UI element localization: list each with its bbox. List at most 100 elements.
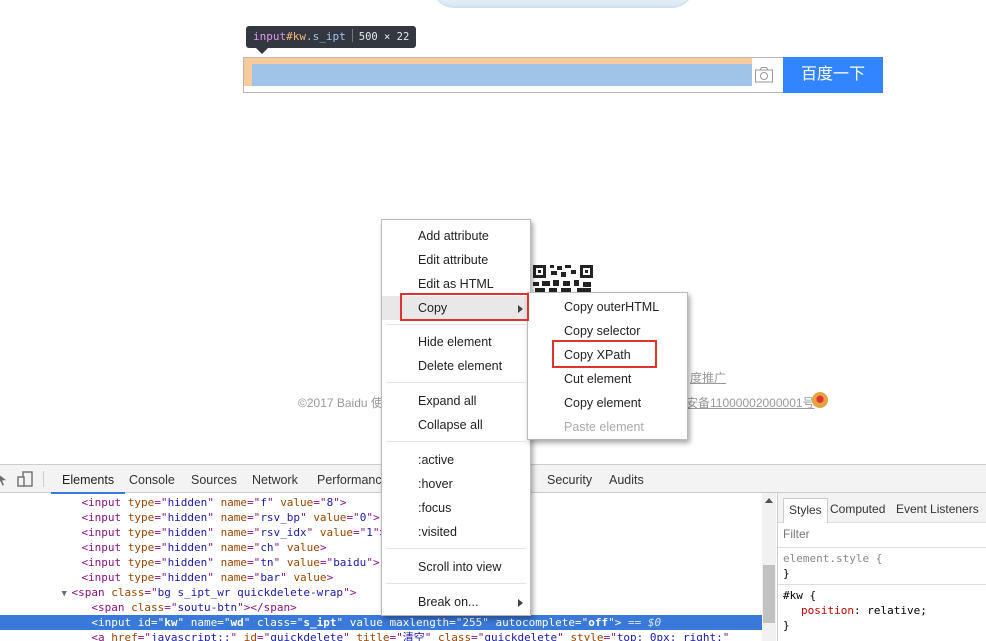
dom-tag: <span (71, 586, 105, 599)
baidu-logo (432, 0, 694, 8)
elements-scrollbar[interactable] (762, 493, 776, 641)
menu-label: Copy XPath (564, 348, 631, 362)
dom-attr-name: type (127, 556, 155, 569)
submenu-item-copy-element[interactable]: Copy element (528, 391, 687, 415)
dom-attr-name: value (286, 541, 320, 554)
menu-item-active[interactable]: :active (382, 448, 530, 472)
rule-end: } (783, 567, 790, 580)
footer-copyright: ©2017 Baidu 使 (298, 396, 383, 410)
style-rule-kw[interactable]: #kw { position: relative; } (778, 584, 986, 641)
tab-computed[interactable]: Computed (830, 498, 885, 523)
dom-tag: <input (81, 571, 122, 584)
tab-styles[interactable]: Styles (783, 498, 828, 523)
tooltip-tag: input (253, 30, 287, 43)
menu-item-edit-attribute[interactable]: Edit attribute (382, 248, 530, 272)
submenu-item-copy-selector[interactable]: Copy selector (528, 319, 687, 343)
dom-attr-name: name (220, 511, 248, 524)
dom-attr-value: tn (260, 556, 274, 569)
dom-attr-name: id (137, 616, 151, 629)
tab-performance[interactable]: Performance (315, 465, 391, 493)
tab-security[interactable]: Security (545, 465, 594, 493)
menu-item-expand-all[interactable]: Expand all (382, 389, 530, 413)
dom-node[interactable]: <a href="javascript:;" id="quickdelete" … (0, 630, 762, 641)
rule-selector: element.style { (783, 552, 883, 565)
menu-item-focus[interactable]: :focus (382, 496, 530, 520)
submenu-item-copy-outerhtml[interactable]: Copy outerHTML (528, 295, 687, 319)
police-badge-icon (812, 392, 828, 408)
dom-attr-value: hidden (167, 541, 208, 554)
rule-value: relative; (867, 604, 927, 617)
tab-network[interactable]: Network (250, 465, 300, 493)
dom-attr-name: type (127, 496, 155, 509)
dom-attr-name: value (286, 556, 320, 569)
menu-item-delete-element[interactable]: Delete element (382, 354, 530, 378)
styles-filter-input[interactable]: Filter (783, 527, 810, 541)
dom-attr-name: type (127, 571, 155, 584)
scroll-up-arrow-icon[interactable] (765, 498, 773, 503)
menu-separator (386, 382, 526, 383)
dom-attr-value: bg s_ipt_wr quickdelete-wrap (157, 586, 344, 599)
tab-event-listeners[interactable]: Event Listeners (896, 498, 979, 523)
dom-tag: <input (81, 526, 122, 539)
tab-sources[interactable]: Sources (189, 465, 239, 493)
dom-attr-value: hidden (167, 556, 208, 569)
menu-label: Add attribute (418, 229, 489, 243)
tab-console[interactable]: Console (127, 465, 177, 493)
menu-item-scroll-into-view[interactable]: Scroll into view (382, 555, 530, 579)
submenu-item-cut-element[interactable]: Cut element (528, 367, 687, 391)
styles-sidebar: Styles Computed Event Listeners Filter e… (777, 493, 986, 641)
menu-item-edit-as-html[interactable]: Edit as HTML (382, 272, 530, 296)
dom-attr-name: type (127, 526, 155, 539)
dom-attr-name: name (190, 616, 218, 629)
inspect-element-icon[interactable] (0, 471, 8, 487)
dom-attr-name: name (220, 496, 248, 509)
dom-attr-name: autocomplete (495, 616, 575, 629)
footer-beian-link[interactable]: 安备11000002000001号 (686, 394, 815, 411)
menu-label: :hover (418, 477, 453, 491)
tab-elements[interactable]: Elements (50, 465, 126, 494)
device-toolbar-icon[interactable] (17, 471, 33, 487)
dom-attr-value: baidu (333, 556, 367, 569)
dom-tag: <input (81, 541, 122, 554)
submenu-arrow-icon (518, 305, 523, 313)
menu-label: :visited (418, 525, 457, 539)
dom-attr-value: hidden (167, 511, 208, 524)
menu-item-hover[interactable]: :hover (382, 472, 530, 496)
dom-node-selected[interactable]: <input id="kw" name="wd" class="s_ipt" v… (0, 615, 762, 630)
menu-label: Hide element (418, 335, 492, 349)
dom-tag: <input (81, 556, 122, 569)
dom-attr-name: class (256, 616, 291, 629)
menu-separator (386, 583, 526, 584)
search-button[interactable]: 百度一下 (783, 57, 883, 93)
style-rule-element[interactable]: element.style { } (778, 547, 986, 585)
dom-attr-value: 1 (366, 526, 373, 539)
menu-item-add-attribute[interactable]: Add attribute (382, 224, 530, 248)
menu-item-copy[interactable]: Copy (382, 296, 530, 320)
menu-item-visited[interactable]: :visited (382, 520, 530, 544)
menu-label: Edit attribute (418, 253, 489, 267)
tab-audits[interactable]: Audits (607, 465, 646, 493)
dom-attr-name: type (127, 511, 155, 524)
menu-label: :focus (418, 501, 452, 515)
rule-property: position (801, 604, 854, 617)
scrollbar-thumb[interactable] (763, 565, 775, 623)
styles-tabbar: Styles Computed Event Listeners (778, 493, 986, 523)
menu-item-collapse-all[interactable]: Collapse all (382, 413, 530, 437)
footer-ad-link[interactable]: 度推广 (690, 369, 726, 386)
tooltip-id: #kw (286, 30, 306, 43)
dom-attr-value: s_ipt (303, 616, 337, 629)
dom-attr-name: value (280, 496, 314, 509)
qr-code-icon (533, 265, 593, 292)
menu-label: Copy (418, 301, 448, 315)
dom-tag: <input (81, 496, 122, 509)
menu-label: Expand all (418, 394, 477, 408)
menu-item-break-on[interactable]: Break on... (382, 590, 530, 614)
menu-item-hide-element[interactable]: Hide element (382, 330, 530, 354)
search-input[interactable] (243, 57, 783, 93)
dom-attr-name: maxlength (389, 616, 450, 629)
dom-attr-value: 255 (462, 616, 483, 629)
menu-label: Copy outerHTML (564, 300, 660, 314)
menu-label: Cut element (564, 372, 632, 386)
submenu-item-copy-xpath[interactable]: Copy XPath (528, 343, 687, 367)
camera-icon[interactable] (754, 66, 774, 83)
